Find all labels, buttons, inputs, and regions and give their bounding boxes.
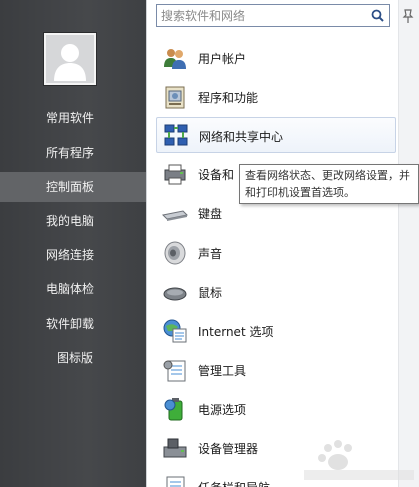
cp-item-admin-tools[interactable]: 管理工具 <box>156 352 396 388</box>
cp-item-mouse[interactable]: 鼠标 <box>156 274 396 310</box>
sidebar-item-label: 图标版 <box>57 351 94 365</box>
sidebar-item-control-panel[interactable]: 控制面板 <box>0 172 146 202</box>
sidebar-item-label: 软件卸载 <box>46 317 95 331</box>
sidebar-item-label: 我的电脑 <box>46 214 95 228</box>
sidebar-item-common-software[interactable]: 常用软件 <box>0 103 146 133</box>
sidebar-item-icon-view[interactable]: 图标版 <box>0 343 146 373</box>
cp-item-label: 电源选项 <box>198 403 247 417</box>
cp-item-network-sharing[interactable]: 网络和共享中心 <box>156 117 396 153</box>
sidebar-item-pc-checkup[interactable]: 电脑体检 <box>0 274 146 304</box>
watermark-logo <box>304 440 414 480</box>
pin-icon[interactable] <box>400 8 416 24</box>
programs-icon <box>162 84 188 110</box>
sidebar: 常用软件 所有程序 控制面板 我的电脑 网络连接 电脑体检 软件卸载 图标版 <box>0 0 146 487</box>
cp-item-label: 鼠标 <box>198 286 223 300</box>
tooltip-line: 和打印机设置首选项。 <box>245 186 355 199</box>
cp-item-programs[interactable]: 程序和功能 <box>156 79 396 115</box>
cp-item-label: 任务栏和导航 <box>198 479 270 487</box>
sidebar-item-label: 网络连接 <box>46 248 95 262</box>
cp-item-sound[interactable]: 声音 <box>156 235 396 271</box>
device-manager-icon <box>162 435 188 461</box>
sidebar-item-my-computer[interactable]: 我的电脑 <box>0 206 146 236</box>
sidebar-item-label: 控制面板 <box>46 180 95 194</box>
scrollbar[interactable] <box>398 0 419 487</box>
sidebar-item-network[interactable]: 网络连接 <box>0 240 146 270</box>
user-silhouette-icon <box>46 35 94 83</box>
sidebar-item-all-programs[interactable]: 所有程序 <box>0 138 146 168</box>
taskbar-icon <box>162 474 188 487</box>
cp-item-power-options[interactable]: 电源选项 <box>156 391 396 427</box>
cp-item-label: 键盘 <box>198 207 223 221</box>
users-icon <box>162 45 188 71</box>
network-icon <box>163 123 189 149</box>
cp-item-label: 网络和共享中心 <box>199 130 284 144</box>
cp-item-label: 用户帐户 <box>198 52 247 66</box>
tooltip: 查看网络状态、更改网络设置，并 和打印机设置首选项。 <box>239 164 419 204</box>
cp-item-label: Internet 选项 <box>198 325 274 339</box>
mouse-icon <box>162 279 188 305</box>
cp-item-label: 程序和功能 <box>198 91 259 105</box>
sidebar-item-label: 电脑体检 <box>46 282 95 296</box>
cp-item-label: 设备管理器 <box>198 442 259 456</box>
power-options-icon <box>162 396 188 422</box>
internet-options-icon <box>162 318 188 344</box>
printer-icon <box>162 161 188 187</box>
sidebar-item-label: 所有程序 <box>46 146 95 160</box>
sidebar-item-label: 常用软件 <box>46 111 95 125</box>
sidebar-item-uninstall[interactable]: 软件卸载 <box>0 309 146 339</box>
user-avatar[interactable] <box>44 33 96 85</box>
cp-item-label: 设备和 <box>198 168 235 182</box>
speaker-icon <box>162 240 188 266</box>
cp-item-user-accounts[interactable]: 用户帐户 <box>156 40 396 76</box>
cp-item-label: 声音 <box>198 247 223 261</box>
cp-item-internet-options[interactable]: Internet 选项 <box>156 313 396 349</box>
search-input[interactable] <box>157 5 367 26</box>
keyboard-icon <box>162 200 188 226</box>
admin-tools-icon <box>162 357 188 383</box>
search-icon[interactable] <box>371 9 384 22</box>
cp-item-label: 管理工具 <box>198 364 247 378</box>
search-box <box>156 4 390 27</box>
tooltip-line: 查看网络状态、更改网络设置，并 <box>245 169 410 182</box>
